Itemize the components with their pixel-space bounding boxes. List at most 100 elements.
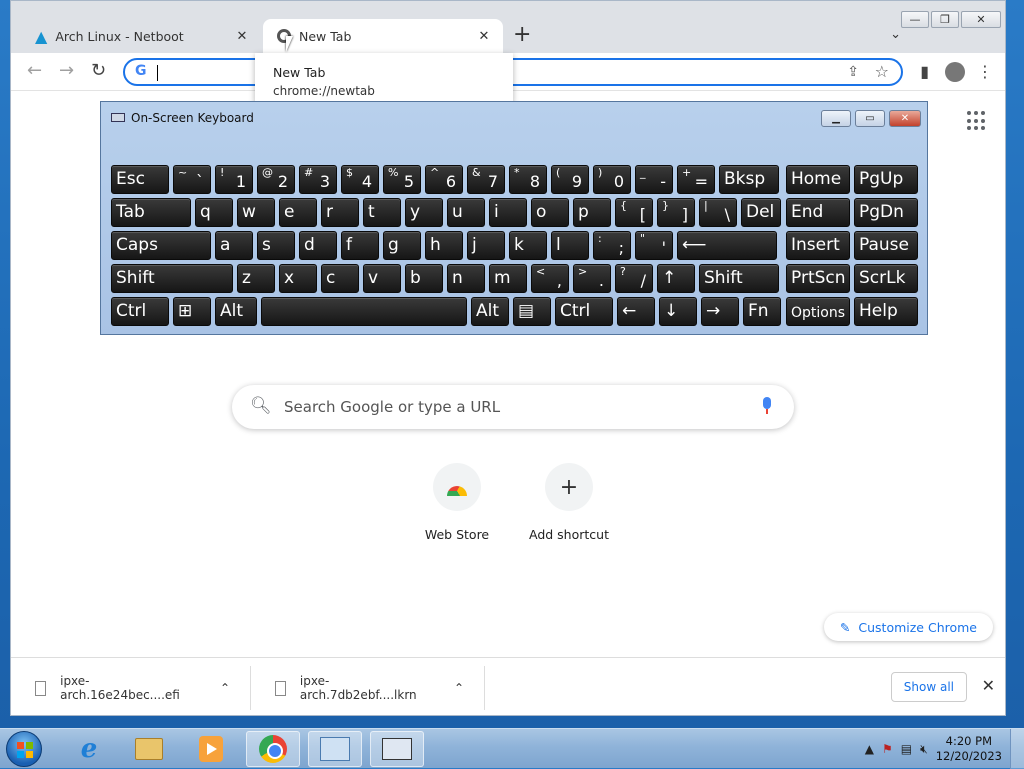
key-space[interactable] [261, 297, 467, 326]
show-desktop-button[interactable] [1010, 729, 1024, 769]
key-alt[interactable]: Alt [471, 297, 509, 326]
key-f[interactable]: f [341, 231, 379, 260]
key-y[interactable]: y [405, 198, 443, 227]
close-button[interactable]: ✕ [961, 11, 1001, 28]
tab-close-button[interactable]: ✕ [233, 29, 251, 44]
start-button[interactable] [6, 731, 42, 767]
share-icon[interactable]: ⇪ [847, 64, 859, 80]
key-pgdn[interactable]: PgDn [854, 198, 918, 227]
key-sym[interactable]: → [701, 297, 739, 326]
taskbar-google-chrome[interactable] [246, 731, 300, 767]
key-sym[interactable]: ⟵ [677, 231, 777, 260]
key-n[interactable]: n [447, 264, 485, 293]
key-sym[interactable]: ← [617, 297, 655, 326]
key-shift[interactable]: Shift [111, 264, 233, 293]
ntp-search-box[interactable]: 🔍︎ Search Google or type a URL [232, 385, 794, 429]
show-all-button[interactable]: Show all [890, 672, 967, 702]
key-c[interactable]: c [321, 264, 359, 293]
key-z[interactable]: z [237, 264, 275, 293]
forward-button[interactable]: → [59, 60, 74, 82]
key-shift[interactable]: Shift [699, 264, 779, 293]
minimize-button[interactable]: — [901, 11, 929, 28]
tab-search-button[interactable]: ⌄ [890, 27, 901, 42]
shortcut-add[interactable]: + Add shortcut [513, 463, 625, 542]
key-pause[interactable]: Pause [854, 231, 918, 260]
key-sym[interactable]: >. [573, 264, 611, 293]
taskbar-on-screen-keyboard[interactable] [370, 731, 424, 767]
key-b[interactable]: b [405, 264, 443, 293]
customize-chrome-button[interactable]: ✎ Customize Chrome [823, 613, 993, 641]
key-d[interactable]: d [299, 231, 337, 260]
tab-close-button[interactable]: ✕ [475, 29, 493, 44]
maximize-button[interactable]: ❐ [931, 11, 959, 28]
key-3[interactable]: #3 [299, 165, 337, 194]
key-end[interactable]: End [786, 198, 850, 227]
key-m[interactable]: m [489, 264, 527, 293]
key-e[interactable]: e [279, 198, 317, 227]
key-alt[interactable]: Alt [215, 297, 257, 326]
key-q[interactable]: q [195, 198, 233, 227]
key-5[interactable]: % 5 [383, 165, 421, 194]
key-sym[interactable]: :; [593, 231, 631, 260]
show-hidden-icons-button[interactable]: ▲ [865, 742, 874, 756]
chevron-up-icon[interactable]: ⌃ [220, 681, 250, 695]
key-v[interactable]: v [363, 264, 401, 293]
key-sym[interactable]: {[ [615, 198, 653, 227]
key-help[interactable]: Help [854, 297, 918, 326]
key-sym[interactable]: ↓ [659, 297, 697, 326]
close-icon[interactable]: ✕ [982, 676, 995, 695]
key-9[interactable]: (9 [551, 165, 589, 194]
key-scrlk[interactable]: ScrLk [854, 264, 918, 293]
key-sym[interactable]: ▤ [513, 297, 551, 326]
google-apps-icon[interactable] [967, 111, 987, 131]
osk-title-bar[interactable]: On-Screen Keyboard ▁ ▭ ✕ [101, 102, 927, 132]
key-fn[interactable]: Fn [743, 297, 781, 326]
shortcut-web-store[interactable]: Web Store [401, 463, 513, 542]
taskbar-media-player[interactable] [184, 731, 238, 767]
download-item[interactable]: ipxe-arch.7db2ebf....lkrn ⌃ [251, 666, 485, 710]
key-t[interactable]: t [363, 198, 401, 227]
key-esc[interactable]: Esc [111, 165, 169, 194]
side-panel-icon[interactable]: ▮ [920, 62, 929, 81]
key-g[interactable]: g [383, 231, 421, 260]
tab-new-tab[interactable]: New Tab ✕ [263, 19, 503, 53]
key-7[interactable]: & 7 [467, 165, 505, 194]
osk-close-button[interactable]: ✕ [889, 110, 921, 127]
tab-arch-linux-netboot[interactable]: ▲ Arch Linux - Netboot ✕ [21, 19, 261, 53]
key-s[interactable]: s [257, 231, 295, 260]
key-w[interactable]: w [237, 198, 275, 227]
key-1[interactable]: ! 1 [215, 165, 253, 194]
key-6[interactable]: ^ 6 [425, 165, 463, 194]
key-u[interactable]: u [447, 198, 485, 227]
key-sym[interactable]: ↑ [657, 264, 695, 293]
key-a[interactable]: a [215, 231, 253, 260]
key-tab[interactable]: Tab [111, 198, 191, 227]
download-item[interactable]: ipxe-arch.16e24bec....efi ⌃ [11, 666, 251, 710]
key-ctrl[interactable]: Ctrl [111, 297, 169, 326]
microphone-icon[interactable] [762, 397, 772, 415]
taskbar-control-panel[interactable] [308, 731, 362, 767]
taskbar-internet-explorer[interactable]: e [62, 731, 116, 767]
key-pgup[interactable]: PgUp [854, 165, 918, 194]
key-8[interactable]: * 8 [509, 165, 547, 194]
taskbar-file-explorer[interactable] [122, 731, 176, 767]
osk-minimize-button[interactable]: ▁ [821, 110, 851, 127]
key-r[interactable]: r [321, 198, 359, 227]
key-del[interactable]: Del [741, 198, 781, 227]
key-sym[interactable]: _ - [635, 165, 673, 194]
key-x[interactable]: x [279, 264, 317, 293]
key-insert[interactable]: Insert [786, 231, 850, 260]
key-sym[interactable]: <, [531, 264, 569, 293]
key-l[interactable]: l [551, 231, 589, 260]
osk-maximize-button[interactable]: ▭ [855, 110, 885, 127]
key-k[interactable]: k [509, 231, 547, 260]
key-j[interactable]: j [467, 231, 505, 260]
key-sym[interactable]: " ' [635, 231, 673, 260]
key-ctrl[interactable]: Ctrl [555, 297, 613, 326]
key-0[interactable]: ) 0 [593, 165, 631, 194]
network-icon[interactable]: ▤ [901, 742, 912, 756]
flag-alert-icon[interactable]: ⚑ [882, 742, 893, 756]
key-sym[interactable]: ⊞ [173, 297, 211, 326]
key-options[interactable]: Options [786, 297, 850, 326]
chevron-up-icon[interactable]: ⌃ [454, 681, 484, 695]
